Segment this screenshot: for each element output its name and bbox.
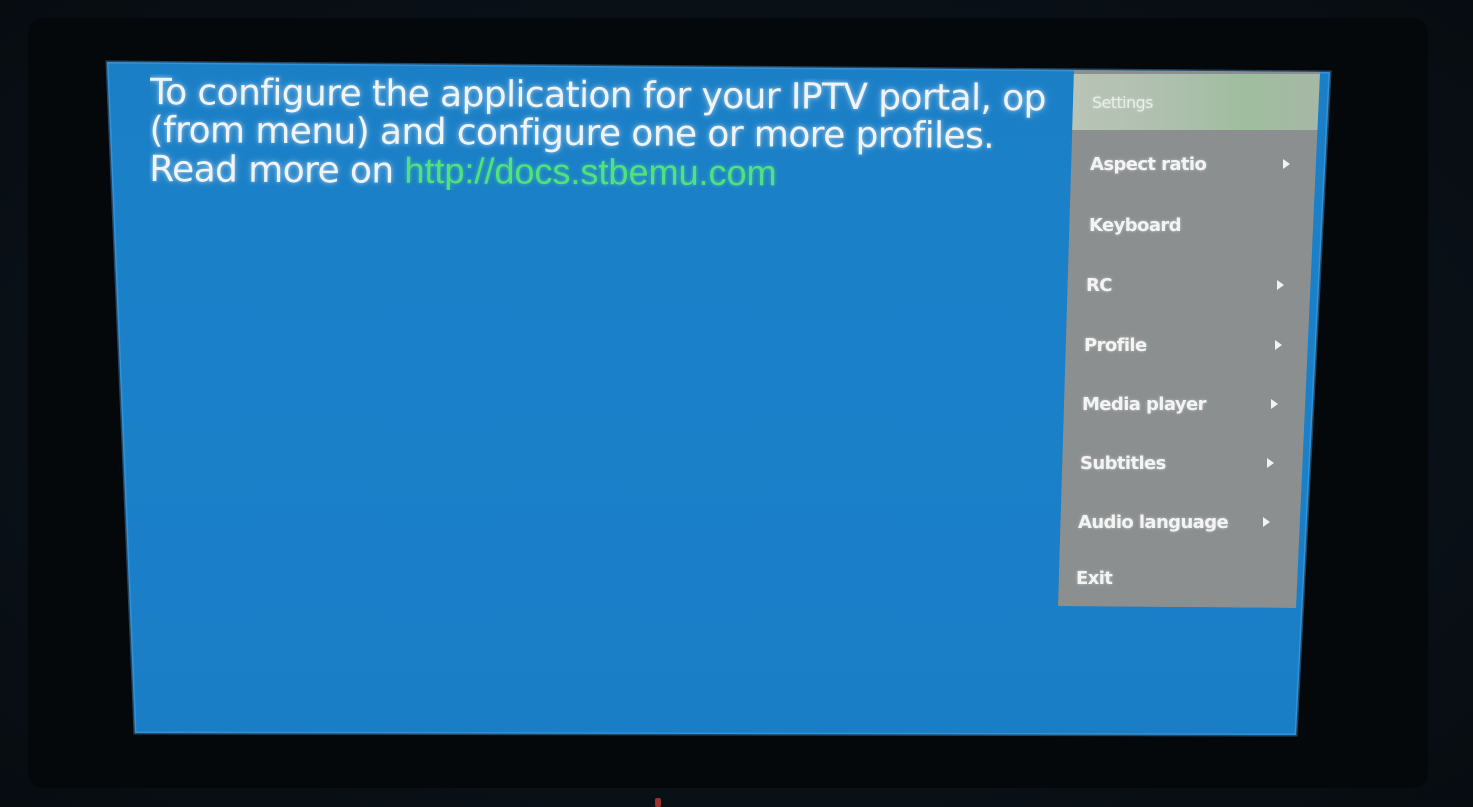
menu-item-rc[interactable]: RC [1086, 256, 1288, 314]
menu-item-label: Exit [1076, 567, 1113, 589]
menu-item-subtitles[interactable]: Subtitles [1080, 434, 1278, 492]
submenu-arrow-icon [1277, 280, 1284, 290]
menu-item-label: Subtitles [1080, 452, 1166, 474]
menu-item-aspect-ratio[interactable]: Aspect ratio [1088, 135, 1294, 193]
options-menu: Settings Aspect ratio Keyboard RC Profil… [1058, 70, 1320, 608]
menu-item-label: Audio language [1078, 511, 1229, 533]
menu-item-label: Keyboard [1089, 214, 1182, 236]
docs-link[interactable]: http://docs.stbemu.com [404, 150, 776, 194]
menu-item-label: Settings [1092, 92, 1153, 112]
submenu-arrow-icon [1275, 340, 1282, 350]
menu-item-label: Aspect ratio [1090, 153, 1207, 175]
submenu-arrow-icon [1267, 458, 1274, 468]
read-more-prefix: Read more on [149, 148, 405, 192]
menu-item-audio-language[interactable]: Audio language [1078, 493, 1274, 551]
menu-item-profile[interactable]: Profile [1084, 316, 1286, 374]
submenu-arrow-icon [1271, 399, 1278, 409]
submenu-arrow-icon [1263, 517, 1270, 527]
tv-power-led [655, 798, 661, 807]
menu-item-label: RC [1086, 274, 1112, 296]
menu-item-label: Profile [1084, 334, 1147, 356]
message-line-3: Read more on http://docs.stbemu.com [149, 148, 1069, 194]
menu-item-keyboard[interactable]: Keyboard [1088, 196, 1292, 254]
configuration-message: To configure the application for your IP… [149, 74, 1070, 194]
menu-item-label: Media player [1082, 393, 1206, 415]
submenu-arrow-icon [1283, 159, 1290, 169]
menu-item-media-player[interactable]: Media player [1082, 375, 1282, 433]
menu-item-exit[interactable]: Exit [1076, 549, 1272, 607]
menu-item-settings[interactable]: Settings [1072, 74, 1320, 130]
